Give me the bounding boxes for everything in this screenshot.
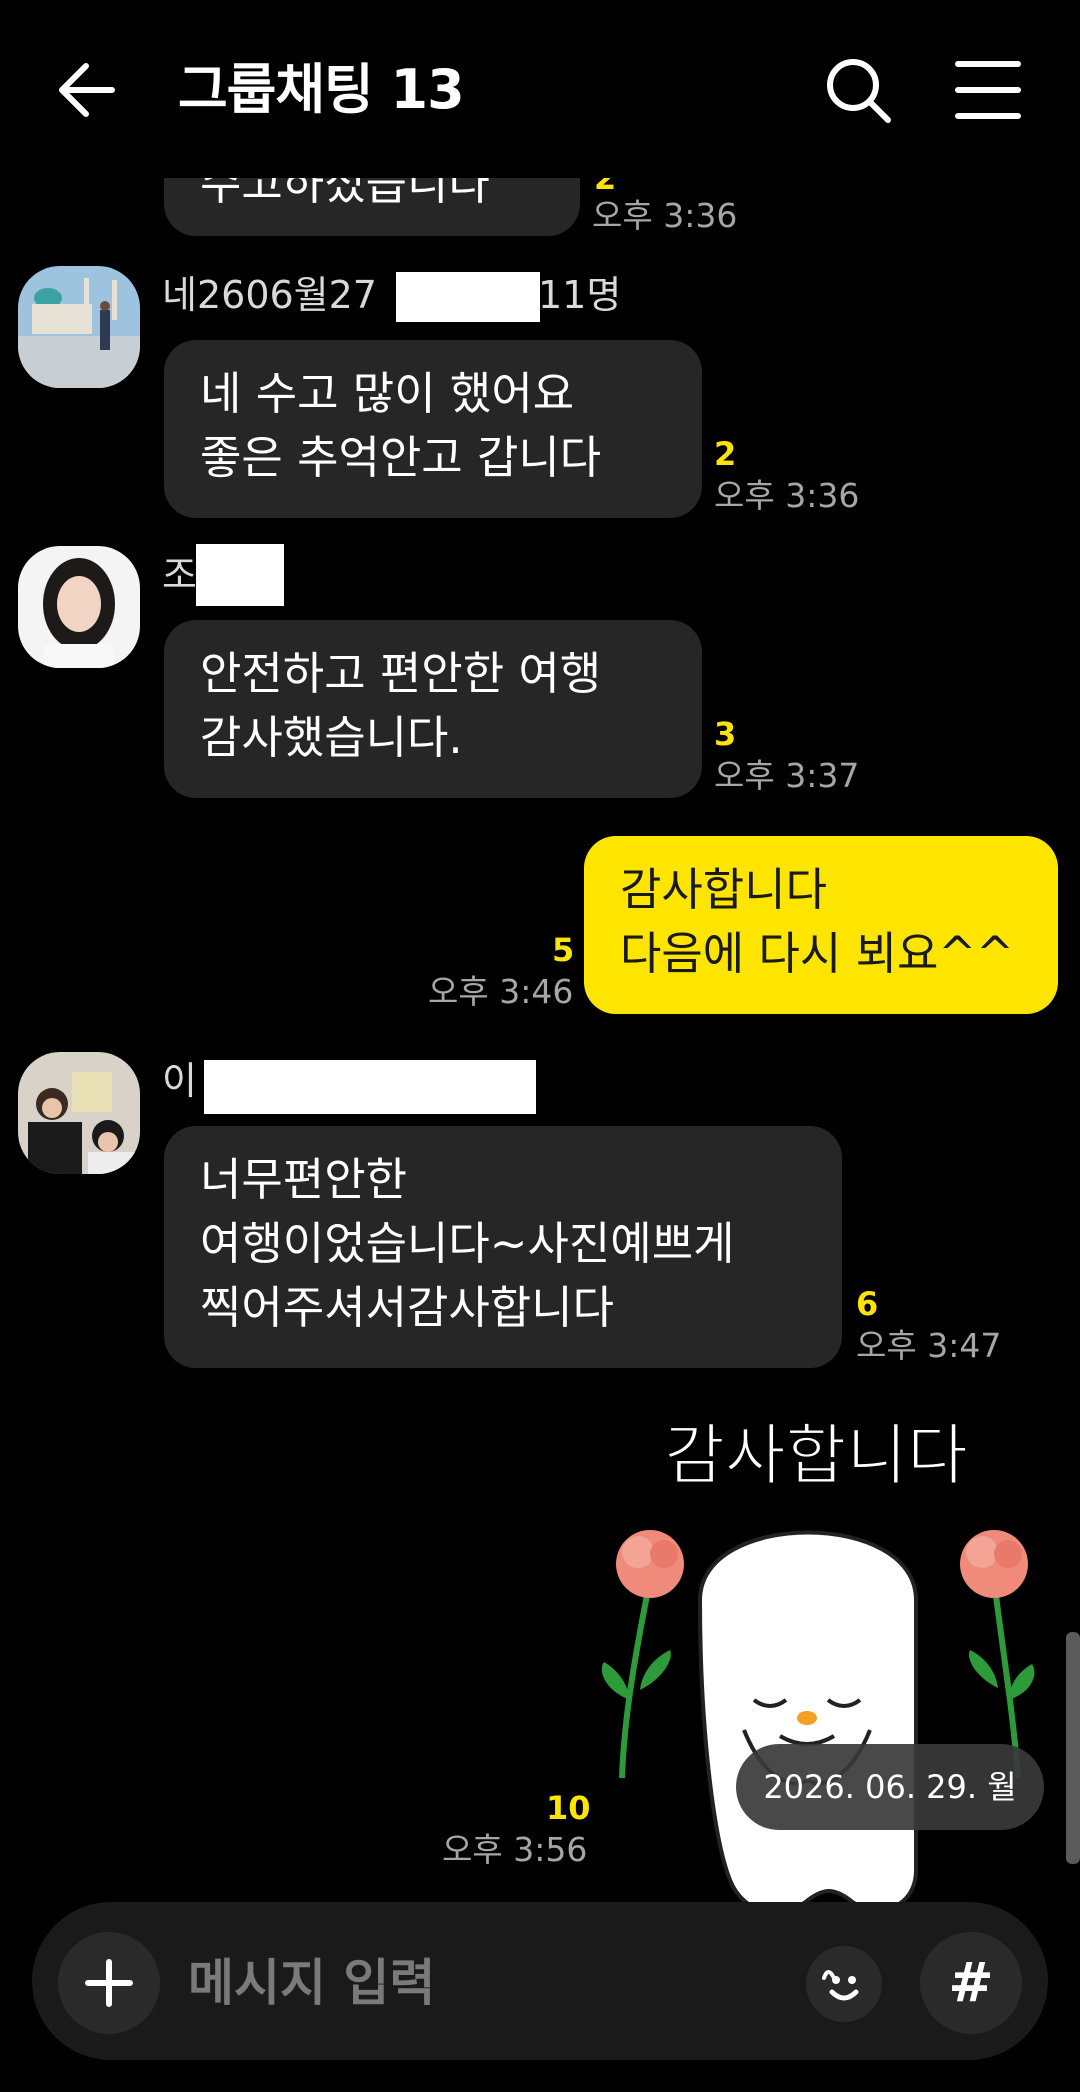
unread-count: 6 [856, 1285, 879, 1323]
chat-title: 그룹채팅 13 [178, 58, 465, 121]
message-time: 오후 3:37 [714, 756, 860, 795]
message-text: 수고하셨습니다 [200, 178, 490, 210]
message-input-bar [32, 1902, 1048, 2060]
message-line: 여행이었습니다~사진예쁘게 [200, 1217, 735, 1270]
back-arrow-icon[interactable] [52, 54, 124, 126]
redaction-block [196, 544, 284, 606]
message-time: 오후 3:36 [592, 196, 738, 235]
redaction-block [204, 1060, 536, 1114]
unread-count: 2 [594, 178, 617, 197]
message-line: 감사했습니다. [200, 711, 463, 764]
unread-count: 3 [714, 715, 737, 753]
sender-name: 이 [162, 1059, 197, 1103]
avatar[interactable] [18, 1052, 140, 1174]
hashtag-button[interactable]: # [920, 1932, 1022, 2034]
sender-name: 조 [162, 553, 197, 597]
date-badge: 2026. 06. 29. 월 [736, 1744, 1044, 1830]
message-bubble[interactable]: 네 수고 많이 했어요 좋은 추억안고 갑니다 [164, 340, 702, 518]
message-time: 오후 3:56 [442, 1830, 588, 1869]
plus-icon[interactable] [58, 1932, 160, 2034]
unread-count: 2 [714, 435, 737, 473]
message-time: 오후 3:47 [856, 1326, 1002, 1365]
message-time: 오후 3:36 [714, 476, 860, 515]
unread-count: 5 [552, 931, 575, 969]
message-time: 오후 3:46 [428, 972, 574, 1011]
message-line: 좋은 추억안고 갑니다 [200, 431, 602, 484]
message-input[interactable]: 메시지 입력 [188, 1950, 435, 2016]
svg-text:감사합니다: 감사합니다 [664, 1417, 968, 1494]
message-line: 안전하고 편안한 여행 [200, 647, 602, 700]
message-bubble[interactable]: 너무편안한 여행이었습니다~사진예쁘게 찍어주셔서감사합니다 [164, 1126, 842, 1368]
chat-message-list: 수고하셨습니다 2 오후 3:36 네2606월27 11명 네 수고 많이 했… [0, 178, 1080, 1902]
message-line: 감사합니다 [620, 863, 828, 916]
avatar[interactable] [18, 546, 140, 668]
scrollbar[interactable] [1066, 1632, 1080, 1864]
message-line: 다음에 다시 뵈요^^ [620, 927, 1014, 980]
message-line: 네 수고 많이 했어요 [200, 367, 575, 420]
sender-name: 네2606월27 [162, 273, 377, 317]
message-partial: 수고하셨습니다 2 [0, 178, 1080, 248]
sender-name-suffix: 11명 [538, 273, 622, 317]
my-message-bubble[interactable]: 감사합니다 다음에 다시 뵈요^^ [584, 836, 1058, 1014]
message-bubble[interactable]: 안전하고 편안한 여행 감사했습니다. [164, 620, 702, 798]
search-icon[interactable] [822, 54, 894, 126]
avatar[interactable] [18, 266, 140, 388]
chat-header: 그룹채팅 13 [0, 0, 1080, 178]
message-line: 찍어주셔서감사합니다 [200, 1281, 615, 1334]
redaction-block [396, 272, 540, 322]
message-line: 너무편안한 [200, 1153, 408, 1206]
message-bubble[interactable]: 수고하셨습니다 [164, 178, 580, 236]
unread-count: 10 [546, 1789, 591, 1827]
emoji-icon[interactable] [806, 1946, 882, 2022]
hamburger-menu-icon[interactable] [952, 54, 1024, 126]
